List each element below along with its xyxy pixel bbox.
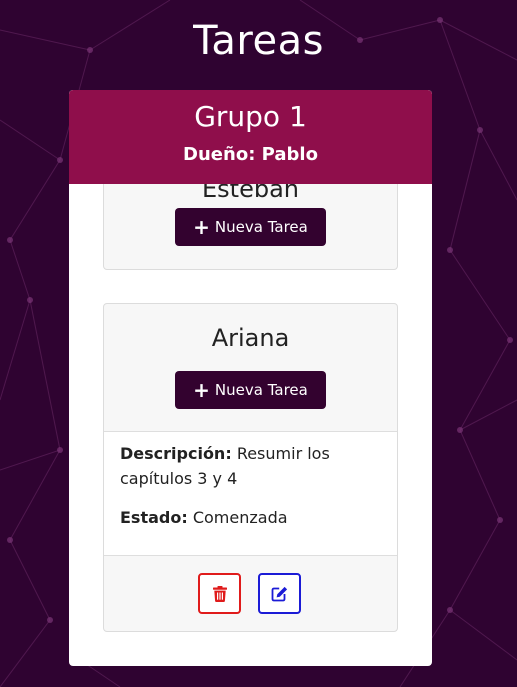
plus-icon: + <box>193 378 210 402</box>
new-task-button[interactable]: + Nueva Tarea <box>175 371 326 409</box>
task-details: Descripción: Resumir los capítulos 3 y 4… <box>104 431 397 556</box>
task-actions <box>104 556 397 631</box>
group-owner: Dueño: Pablo <box>183 144 318 165</box>
new-task-label: Nueva Tarea <box>214 218 308 236</box>
group-card: Grupo 1 Dueño: Pablo Esteban + Nueva Tar… <box>69 90 432 666</box>
group-header: Grupo 1 Dueño: Pablo <box>69 90 432 184</box>
edit-task-button[interactable] <box>258 573 301 614</box>
page-title: Tareas <box>193 18 324 64</box>
description-label: Descripción: <box>120 444 232 463</box>
task-description: Descripción: Resumir los capítulos 3 y 4 <box>120 441 381 491</box>
trash-icon <box>212 585 227 602</box>
new-task-label: Nueva Tarea <box>214 381 308 399</box>
group-name: Grupo 1 <box>194 100 307 133</box>
state-label: Estado: <box>120 508 188 527</box>
member-card: Ariana + Nueva Tarea Descripción: Resumi… <box>103 303 398 632</box>
state-value: Comenzada <box>192 508 288 527</box>
task-state: Estado: Comenzada <box>120 505 381 530</box>
new-task-button[interactable]: + Nueva Tarea <box>175 208 326 246</box>
edit-icon <box>271 586 288 601</box>
member-name: Ariana <box>211 324 290 352</box>
delete-task-button[interactable] <box>198 573 241 614</box>
member-header: Ariana + Nueva Tarea <box>104 304 397 431</box>
plus-icon: + <box>193 215 210 239</box>
